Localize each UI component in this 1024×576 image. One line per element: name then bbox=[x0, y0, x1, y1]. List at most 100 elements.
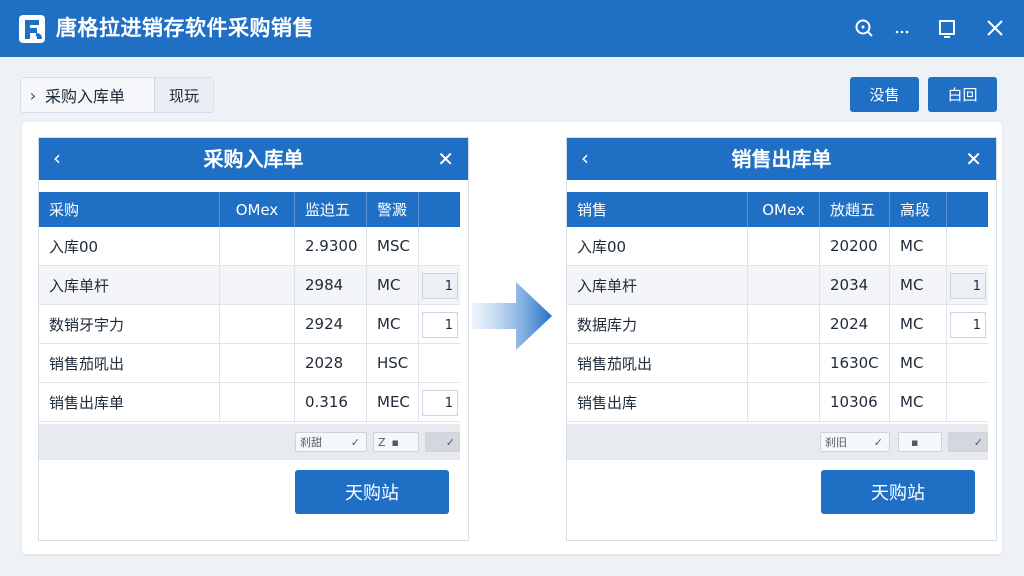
footer-label: 刹旧 bbox=[825, 436, 847, 449]
cell-value: 20200 bbox=[820, 227, 890, 265]
cell-omex bbox=[220, 344, 295, 382]
column-header[interactable]: 放趙五 bbox=[820, 192, 890, 227]
cell-value: 2034 bbox=[820, 266, 890, 304]
cell-name: 入库00 bbox=[39, 227, 220, 265]
quantity-input[interactable]: 1 bbox=[422, 390, 458, 416]
cell-unit: MC bbox=[890, 305, 947, 343]
footer-control[interactable]: ✓ bbox=[425, 432, 460, 452]
footer-control[interactable]: Z ▪ bbox=[373, 432, 419, 452]
cell-omex bbox=[748, 305, 820, 343]
table-row[interactable]: 入库单杆 2984 MC 1 bbox=[39, 266, 460, 305]
card-title: 采购入库单 bbox=[203, 147, 304, 171]
cell-name: 入库单杆 bbox=[39, 266, 220, 304]
cell-unit: MSC bbox=[367, 227, 419, 265]
quantity-input[interactable]: 1 bbox=[950, 312, 986, 338]
card-title: 销售出库单 bbox=[731, 147, 832, 171]
cell-unit: MC bbox=[367, 266, 419, 304]
toolbar-button-1[interactable]: 没售 bbox=[850, 77, 919, 112]
table-footer: 刹旧 ✓ ▪ ✓ bbox=[567, 424, 988, 460]
maximize-button[interactable] bbox=[931, 12, 963, 44]
table-row[interactable]: 销售茄吼出 1630C MC bbox=[567, 344, 988, 383]
cell-omex bbox=[220, 227, 295, 265]
footer-control[interactable]: 刹甜 ✓ bbox=[295, 432, 367, 452]
footer-control[interactable]: 刹旧 ✓ bbox=[820, 432, 890, 452]
table-row[interactable]: 入库00 20200 MC bbox=[567, 227, 988, 266]
sales-card: ‹ 销售出库单 ✕ 销售 OMex 放趙五 高段 入库00 20200 MC 入… bbox=[566, 137, 997, 541]
table-header: 销售 OMex 放趙五 高段 bbox=[567, 192, 988, 227]
table-row[interactable]: 数销牙宇力 2924 MC 1 bbox=[39, 305, 460, 344]
cell-unit: HSC bbox=[367, 344, 419, 382]
check-icon: ✓ bbox=[973, 435, 983, 449]
cell-name: 入库单杆 bbox=[567, 266, 748, 304]
table-row[interactable]: 销售出库单 0.316 MEC 1 bbox=[39, 383, 460, 422]
column-header[interactable]: 高段 bbox=[890, 192, 947, 227]
cell-omex bbox=[748, 383, 820, 421]
search-icon bbox=[855, 19, 873, 37]
check-icon: ✓ bbox=[350, 435, 360, 449]
submit-button[interactable]: 天购站 bbox=[821, 470, 975, 514]
column-header[interactable]: 采购 bbox=[39, 192, 220, 227]
breadcrumb-item[interactable]: 采购入库单 bbox=[45, 83, 135, 107]
column-header[interactable]: 警澱 bbox=[367, 192, 419, 227]
cell-name: 销售茄吼出 bbox=[567, 344, 748, 382]
title-bar: 唐格拉进销存软件采购销售 bbox=[0, 0, 1024, 57]
cell-unit: MEC bbox=[367, 383, 419, 421]
square-icon: ▪ bbox=[391, 435, 400, 449]
breadcrumb-tab[interactable]: 现玩 bbox=[153, 78, 213, 112]
column-header[interactable]: OMex bbox=[748, 192, 820, 227]
close-icon bbox=[987, 20, 1003, 36]
cell-value: 2024 bbox=[820, 305, 890, 343]
column-header[interactable]: 监迫五 bbox=[295, 192, 367, 227]
check-icon: ✓ bbox=[873, 435, 883, 449]
table-row[interactable]: 销售出库 10306 MC bbox=[567, 383, 988, 422]
close-icon[interactable]: ✕ bbox=[965, 147, 982, 171]
cell-name: 销售出库 bbox=[567, 383, 748, 421]
search-button[interactable] bbox=[848, 12, 880, 44]
card-header: ‹ 采购入库单 ✕ bbox=[39, 138, 468, 180]
more-icon bbox=[895, 30, 909, 34]
close-icon[interactable]: ✕ bbox=[437, 147, 454, 171]
chevron-right-icon: › bbox=[29, 85, 37, 105]
cell-unit: MC bbox=[890, 227, 947, 265]
table-row[interactable]: 销售茄吼出 2028 HSC bbox=[39, 344, 460, 383]
window-icon bbox=[939, 20, 955, 38]
app-title: 唐格拉进销存软件采购销售 bbox=[56, 16, 314, 40]
cell-value: 0.316 bbox=[295, 383, 367, 421]
cell-name: 数销牙宇力 bbox=[39, 305, 220, 343]
toolbar-button-2[interactable]: 白回 bbox=[928, 77, 997, 112]
square-icon: ▪ bbox=[911, 435, 919, 449]
cell-omex bbox=[748, 227, 820, 265]
quantity-input[interactable]: 1 bbox=[950, 273, 986, 299]
cell-value: 2028 bbox=[295, 344, 367, 382]
cell-omex bbox=[220, 266, 295, 304]
purchase-card: ‹ 采购入库单 ✕ 采购 OMex 监迫五 警澱 入库00 2.9300 MSC… bbox=[38, 137, 469, 541]
close-button[interactable] bbox=[979, 12, 1011, 44]
footer-label: Z bbox=[378, 435, 386, 449]
table-row[interactable]: 数据库力 2024 MC 1 bbox=[567, 305, 988, 344]
submit-button[interactable]: 天购站 bbox=[295, 470, 449, 514]
cell-unit: MC bbox=[367, 305, 419, 343]
footer-control[interactable]: ▪ bbox=[898, 432, 942, 452]
column-header[interactable]: 销售 bbox=[567, 192, 748, 227]
app-logo-icon bbox=[19, 15, 45, 43]
cell-value: 2.9300 bbox=[295, 227, 367, 265]
more-button[interactable] bbox=[886, 12, 918, 44]
quantity-input[interactable]: 1 bbox=[422, 273, 458, 299]
table-row[interactable]: 入库单杆 2034 MC 1 bbox=[567, 266, 988, 305]
cell-value: 10306 bbox=[820, 383, 890, 421]
cell-value: 1630C bbox=[820, 344, 890, 382]
cell-omex bbox=[220, 305, 295, 343]
cell-unit: MC bbox=[890, 266, 947, 304]
column-header[interactable]: OMex bbox=[220, 192, 295, 227]
cell-name: 销售茄吼出 bbox=[39, 344, 220, 382]
cell-value: 2924 bbox=[295, 305, 367, 343]
cell-value: 2984 bbox=[295, 266, 367, 304]
quantity-input[interactable]: 1 bbox=[422, 312, 458, 338]
cell-name: 销售出库单 bbox=[39, 383, 220, 421]
table-footer: 刹甜 ✓ Z ▪ ✓ bbox=[39, 424, 460, 460]
cell-omex bbox=[748, 344, 820, 382]
check-icon: ✓ bbox=[445, 435, 455, 449]
card-header: ‹ 销售出库单 ✕ bbox=[567, 138, 996, 180]
table-row[interactable]: 入库00 2.9300 MSC bbox=[39, 227, 460, 266]
footer-control[interactable]: ✓ bbox=[948, 432, 988, 452]
